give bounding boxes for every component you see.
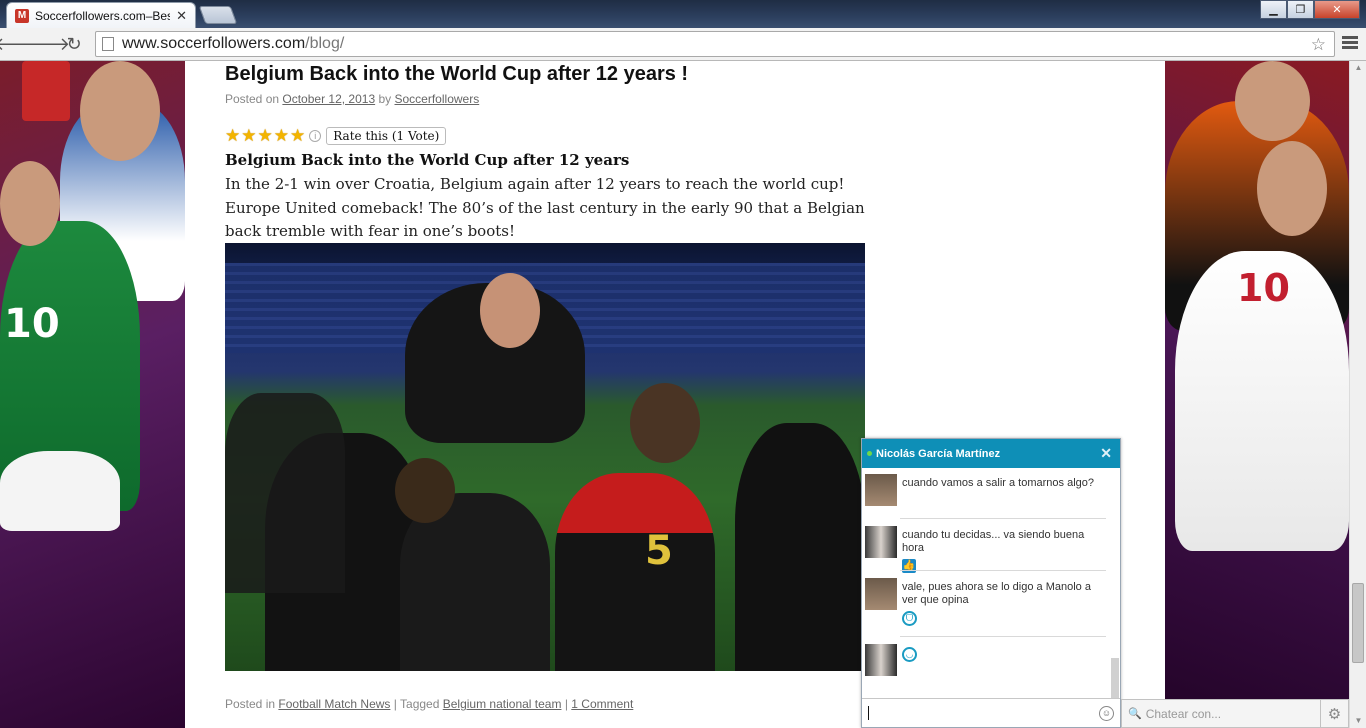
right-background-image: 10 — [1165, 61, 1349, 728]
star-rating: ★ ★ ★ ★ ★ i Rate this (1 Vote) — [225, 127, 447, 145]
message-line: cuando tu decidas... va siendo buena hor… — [902, 529, 1085, 554]
author-link[interactable]: Soccerfollowers — [395, 92, 480, 106]
message-text: vale, pues ahora se lo digo a Manolo a v… — [902, 578, 1107, 626]
left-background-image: 10 — [0, 61, 185, 728]
browser-tab[interactable]: M Soccerfollowers.com–Best ✕ — [6, 2, 196, 28]
window-titlebar: M Soccerfollowers.com–Best ✕ ▁ ❐ ✕ — [0, 0, 1366, 28]
magento-icon: M — [15, 8, 29, 23]
minimize-button[interactable]: ▁ — [1260, 0, 1287, 19]
chat-contact-name[interactable]: Nicolás García Martínez — [876, 448, 1100, 460]
chrome-menu-icon[interactable] — [1342, 36, 1358, 51]
smile-icon: ◡ — [902, 647, 917, 662]
avatar — [865, 526, 897, 558]
post-photo: 5 — [225, 243, 865, 671]
search-icon: 🔍 — [1128, 708, 1142, 720]
posted-in-label: Posted in — [225, 697, 276, 711]
chat-message: vale, pues ahora se lo digo a Manolo a v… — [865, 578, 1107, 626]
text-caret — [868, 706, 869, 720]
post-footer: Posted in Football Match News | Tagged B… — [225, 697, 633, 711]
rating-star-icon[interactable]: ★ — [274, 127, 289, 145]
chat-window: Nicolás García Martínez ✕ cuando vamos a… — [861, 438, 1121, 728]
gear-icon[interactable]: ⚙ — [1320, 700, 1348, 727]
chat-sidebar-bar: 🔍 Chatear con... ⚙ — [1121, 699, 1349, 728]
tagged-label: | Tagged — [393, 697, 440, 711]
by-label: by — [378, 92, 392, 106]
chat-message: cuando tu decidas... va siendo buena hor… — [865, 526, 1107, 573]
page-scrollbar[interactable]: ▲ ▼ — [1349, 61, 1366, 728]
emoji-picker-icon[interactable]: ☺ — [1099, 705, 1114, 721]
rating-star-icon[interactable]: ★ — [258, 127, 273, 145]
footer-separator: | — [564, 697, 568, 711]
rate-this-label: Rate this (1 Vote) — [326, 127, 447, 145]
chat-message-input[interactable]: ☺ — [862, 698, 1120, 727]
chat-search-input[interactable]: Chatear con... — [1146, 707, 1320, 721]
reload-button[interactable]: ↻ — [62, 33, 86, 55]
address-bar[interactable]: www.soccerfollowers.com/blog/ ☆ — [95, 31, 1335, 57]
url-text: www.soccerfollowers.com/blog/ — [122, 35, 344, 53]
grin-icon: ᗜ — [902, 611, 917, 626]
message-line: vale, pues ahora se lo digo a Manolo a v… — [902, 581, 1091, 606]
avatar — [865, 644, 897, 676]
post-body: In the 2-1 win over Croatia, Belgium aga… — [225, 175, 865, 240]
new-tab-button[interactable] — [198, 6, 238, 24]
bookmark-star-icon[interactable]: ☆ — [1311, 35, 1326, 55]
post-subtitle: Belgium Back into the World Cup after 12… — [225, 151, 630, 169]
message-text: cuando tu decidas... va siendo buena hor… — [902, 526, 1107, 573]
window-controls: ▁ ❐ ✕ — [1260, 0, 1360, 19]
chat-header[interactable]: Nicolás García Martínez ✕ — [862, 439, 1120, 468]
rating-star-icon[interactable]: ★ — [241, 127, 256, 145]
page-icon — [102, 37, 114, 51]
post-date-link[interactable]: October 12, 2013 — [282, 92, 375, 106]
avatar — [865, 474, 897, 506]
rating-star-icon[interactable]: ★ — [225, 127, 240, 145]
chat-message: ◡ — [865, 644, 1107, 676]
url-host: www.soccerfollowers.com — [122, 35, 306, 52]
post-title[interactable]: Belgium Back into the World Cup after 12… — [225, 63, 688, 86]
tab-title: Soccerfollowers.com–Best — [35, 8, 171, 23]
rating-star-icon[interactable]: ★ — [290, 127, 305, 145]
scroll-down-arrow-icon[interactable]: ▼ — [1350, 714, 1366, 728]
chat-scrollbar[interactable] — [1111, 658, 1119, 698]
scroll-up-arrow-icon[interactable]: ▲ — [1350, 61, 1366, 75]
message-text: ◡ — [902, 644, 917, 676]
posted-on-label: Posted on — [225, 92, 280, 106]
close-window-button[interactable]: ✕ — [1314, 0, 1360, 19]
message-text: cuando vamos a salir a tomarnos algo? — [902, 477, 1094, 489]
category-link[interactable]: Football Match News — [278, 697, 390, 711]
maximize-button[interactable]: ❐ — [1287, 0, 1314, 19]
page-viewport: 10 10 Belgium Back into the World Cup af… — [0, 61, 1349, 728]
browser-toolbar: 🡐 🡒 ↻ www.soccerfollowers.com/blog/ ☆ — [0, 28, 1366, 61]
close-tab-icon[interactable]: ✕ — [176, 8, 187, 24]
chat-messages: cuando vamos a salir a tomarnos algo? cu… — [862, 468, 1120, 699]
post-meta: Posted on October 12, 2013 by Soccerfoll… — [225, 92, 479, 106]
chat-message: cuando vamos a salir a tomarnos algo? — [865, 474, 1107, 506]
comments-link[interactable]: 1 Comment — [571, 697, 633, 711]
url-path: /blog/ — [305, 35, 345, 52]
tag-link[interactable]: Belgium national team — [443, 697, 562, 711]
info-icon[interactable]: i — [309, 130, 322, 142]
online-status-icon — [867, 451, 872, 456]
scroll-thumb[interactable] — [1352, 583, 1364, 663]
close-icon[interactable]: ✕ — [1100, 445, 1112, 462]
forward-button[interactable]: 🡒 — [22, 33, 70, 55]
avatar — [865, 578, 897, 610]
